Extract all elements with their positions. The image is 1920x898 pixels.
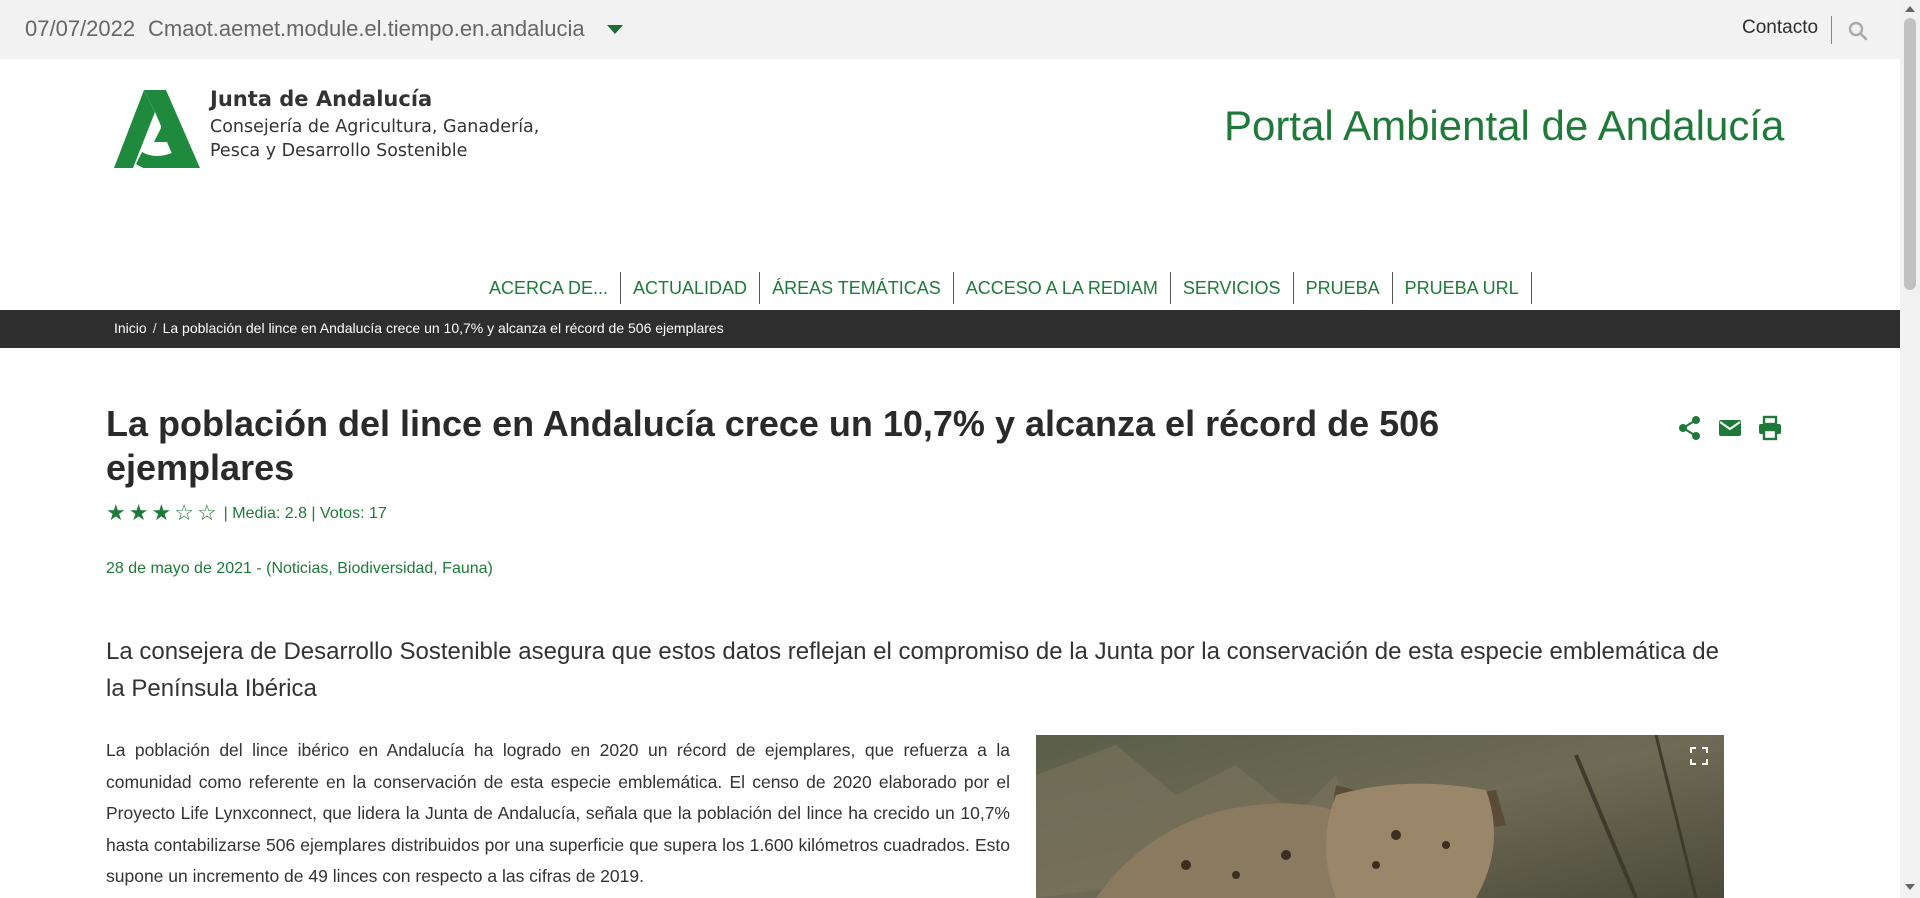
scroll-down-arrow[interactable] — [1905, 884, 1915, 890]
divider — [1831, 16, 1832, 44]
star-filled-icon[interactable]: ★ — [129, 500, 149, 525]
print-icon[interactable] — [1758, 415, 1782, 441]
breadcrumb: Inicio / La población del lince en Andaluc… — [114, 320, 724, 336]
nav-item-acceso-rediam[interactable]: ACCESO A LA REDIAM — [954, 272, 1171, 304]
breadcrumb-current: La población del lince en Andalucía crec… — [162, 320, 724, 336]
organization-name: Junta de Andalucía — [210, 87, 433, 111]
nav-item-prueba-url[interactable]: PRUEBA URL — [1393, 272, 1532, 304]
department-name: Consejería de Agricultura, Ganadería, Pe… — [210, 115, 539, 163]
breadcrumb-home[interactable]: Inicio — [114, 320, 147, 336]
module-selector-label[interactable]: Cmaot.aemet.module.el.tiempo.en.andaluci… — [148, 16, 585, 42]
junta-logo[interactable] — [114, 90, 200, 168]
search-icon[interactable] — [1848, 21, 1868, 41]
portal-title[interactable]: Portal Ambiental de Andalucía — [1224, 102, 1784, 150]
top-bar: 07/07/2022 Cmaot.aemet.module.el.tiempo.… — [0, 0, 1900, 59]
nav-item-areas-tematicas[interactable]: ÁREAS TEMÁTICAS — [760, 272, 954, 304]
rating-block: ★ ★ ★ ☆ ☆ | Media: 2.8 | Votos: 17 — [106, 502, 387, 525]
breadcrumb-separator: / — [152, 320, 157, 336]
share-icon[interactable] — [1678, 415, 1702, 441]
breadcrumb-bar: Inicio / La población del lince en Andaluc… — [0, 310, 1900, 348]
organization-block: Junta de Andalucía Consejería de Agricul… — [210, 87, 539, 163]
main-nav: ACERCA DE... ACTUALIDAD ÁREAS TEMÁTICAS … — [477, 272, 1532, 304]
nav-item-prueba[interactable]: PRUEBA — [1294, 272, 1393, 304]
lynx-photo[interactable] — [1036, 735, 1724, 898]
article-lead: La consejera de Desarrollo Sostenible as… — [106, 638, 1719, 702]
star-filled-icon[interactable]: ★ — [151, 500, 171, 525]
article-tools — [1678, 415, 1782, 441]
article-dateline: 28 de mayo de 2021 - (Noticias, Biodiver… — [106, 560, 493, 577]
email-icon[interactable] — [1718, 415, 1742, 441]
page-title: La población del lince en Andalucía crec… — [106, 403, 1440, 488]
star-empty-icon[interactable]: ☆ — [197, 500, 217, 525]
scrollbar-thumb[interactable] — [1904, 18, 1916, 290]
expand-icon[interactable] — [1690, 747, 1708, 765]
chevron-down-icon[interactable] — [607, 25, 623, 34]
nav-item-acerca[interactable]: ACERCA DE... — [477, 272, 622, 304]
rating-meta: | Media: 2.8 | Votos: 17 — [223, 504, 387, 522]
rating-stars[interactable]: ★ ★ ★ ☆ ☆ — [106, 502, 220, 525]
star-filled-icon[interactable]: ★ — [106, 500, 126, 525]
current-date: 07/07/2022 — [25, 16, 136, 41]
page-scrollbar[interactable] — [1900, 0, 1920, 898]
nav-item-servicios[interactable]: SERVICIOS — [1171, 272, 1294, 304]
scroll-up-arrow[interactable] — [1905, 6, 1915, 12]
star-empty-icon[interactable]: ☆ — [174, 500, 194, 525]
nav-item-actualidad[interactable]: ACTUALIDAD — [621, 272, 761, 304]
department-line: Pesca y Desarrollo Sostenible — [210, 141, 468, 161]
article-body: La población del lince ibérico en Andalu… — [106, 740, 1010, 886]
department-line: Consejería de Agricultura, Ganadería, — [210, 117, 540, 137]
contact-link[interactable]: Contacto — [1742, 17, 1818, 39]
